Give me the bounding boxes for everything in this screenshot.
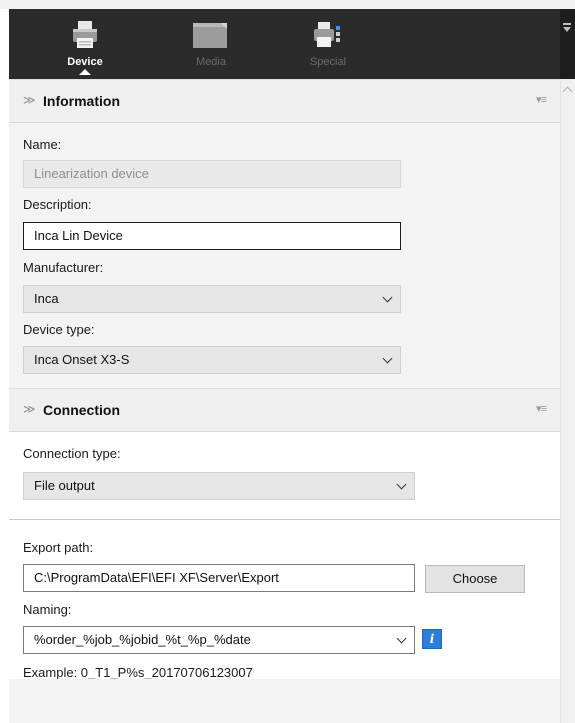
naming-example: Example: 0_T1_P%s_20170706123007	[23, 665, 253, 680]
special-printer-icon	[313, 20, 343, 53]
connection-type-label: Connection type:	[23, 446, 121, 461]
active-tab-indicator	[79, 69, 91, 75]
settings-panel: ≫ Information ▾≡ Name: Linearization dev…	[9, 79, 560, 723]
tab-special-label: Special	[309, 56, 347, 68]
panel-footer-area	[9, 679, 560, 723]
export-path-label: Export path:	[23, 540, 94, 555]
section-menu-icon[interactable]: ▾≡	[536, 402, 547, 415]
printer-icon	[71, 20, 99, 53]
info-icon[interactable]: i	[422, 629, 442, 649]
tab-device[interactable]: Device	[40, 9, 130, 79]
collapse-chevron-icon[interactable]: ≫	[23, 402, 36, 416]
chevron-down-icon	[396, 633, 407, 644]
chevron-down-icon	[396, 479, 407, 490]
description-label: Description:	[23, 197, 92, 212]
top-strip	[0, 0, 575, 9]
device-type-label: Device type:	[23, 322, 95, 337]
scroll-up-arrow-icon[interactable]	[562, 86, 573, 97]
media-sheet-icon	[192, 20, 230, 53]
name-label: Name:	[23, 137, 62, 152]
toolbar: Device Media Special	[9, 9, 560, 79]
tab-special[interactable]: Special	[283, 9, 373, 79]
toolbar-overflow-button[interactable]	[560, 9, 575, 79]
chevron-down-icon	[382, 353, 393, 364]
manufacturer-value: Inca	[34, 291, 59, 306]
manufacturer-select[interactable]: Inca	[23, 285, 401, 313]
device-type-value: Inca Onset X3-S	[34, 352, 130, 367]
choose-button[interactable]: Choose	[425, 565, 525, 593]
naming-label: Naming:	[23, 602, 72, 617]
naming-value: %order_%job_%jobid_%t_%p_%date	[34, 632, 251, 647]
section-divider	[9, 519, 560, 520]
vertical-scrollbar[interactable]	[560, 79, 575, 723]
overflow-bar-icon	[563, 23, 571, 25]
connection-section-header[interactable]: ≫ Connection ▾≡	[9, 388, 560, 432]
manufacturer-label: Manufacturer:	[23, 260, 104, 275]
name-field: Linearization device	[23, 160, 401, 188]
chevron-down-icon	[563, 27, 571, 32]
device-type-select[interactable]: Inca Onset X3-S	[23, 346, 401, 374]
naming-combobox[interactable]: %order_%job_%jobid_%t_%p_%date	[23, 626, 415, 654]
description-field[interactable]: Inca Lin Device	[23, 222, 401, 250]
collapse-chevron-icon[interactable]: ≫	[23, 93, 36, 107]
connection-section-title: Connection	[43, 402, 120, 418]
tab-media[interactable]: Media	[166, 9, 256, 79]
connection-type-value: File output	[34, 478, 95, 493]
information-section-body: Name: Linearization device Description: …	[9, 123, 560, 388]
section-menu-icon[interactable]: ▾≡	[536, 93, 547, 106]
export-path-field[interactable]: C:\ProgramData\EFI\EFI XF\Server\Export	[23, 564, 415, 592]
chevron-down-icon	[382, 292, 393, 303]
information-section-title: Information	[43, 93, 120, 109]
tab-device-label: Device	[67, 56, 103, 68]
connection-type-select[interactable]: File output	[23, 472, 415, 500]
tab-media-label: Media	[196, 56, 226, 68]
information-section-header[interactable]: ≫ Information ▾≡	[9, 79, 560, 123]
